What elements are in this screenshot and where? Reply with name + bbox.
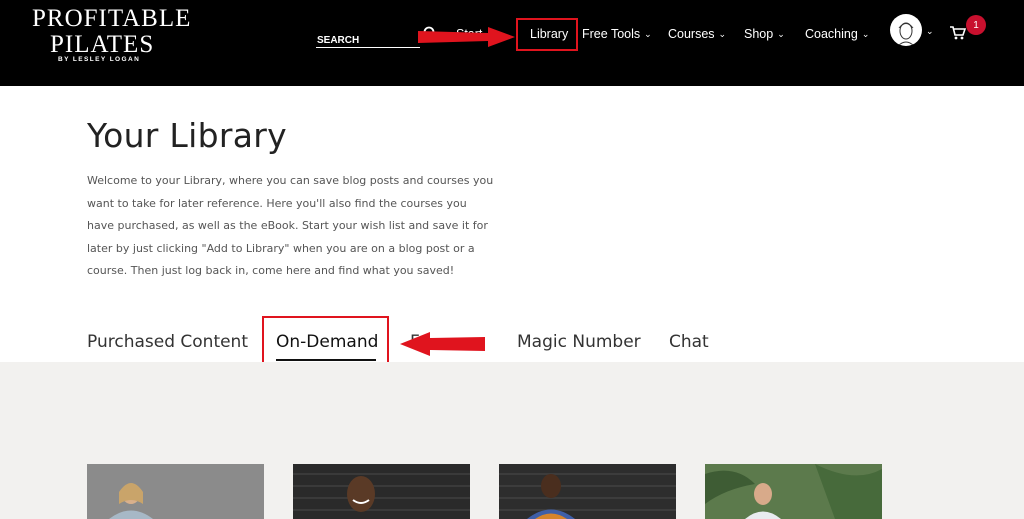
- nav-item-free-tools[interactable]: Free Tools ⌄: [582, 25, 652, 43]
- nav-item-shop[interactable]: Shop ⌄: [744, 25, 785, 43]
- tab-chat[interactable]: Chat: [669, 332, 709, 352]
- avatar-icon: [897, 22, 915, 46]
- intro-text: Welcome to your Library, where you can s…: [87, 174, 494, 277]
- course-card[interactable]: [293, 464, 470, 519]
- chevron-down-icon: ⌄: [644, 28, 652, 39]
- course-thumbnail: [499, 464, 676, 519]
- nav-free-tools-label: Free Tools: [582, 27, 641, 41]
- nav-courses-label: Courses: [668, 27, 715, 41]
- cart-count-badge: 1: [966, 15, 986, 35]
- page-title: Your Library: [87, 116, 287, 155]
- course-card[interactable]: [499, 464, 676, 519]
- logo-line1: PROFITABLE: [32, 5, 192, 32]
- logo-tagline: BY LESLEY LOGAN: [58, 56, 141, 63]
- course-card[interactable]: [87, 464, 264, 519]
- search-field: [316, 30, 420, 49]
- cart-icon[interactable]: [950, 26, 966, 40]
- annotation-box-library: [516, 18, 578, 51]
- course-card[interactable]: [705, 464, 882, 519]
- nav-shop-label: Shop: [744, 27, 774, 41]
- chevron-down-icon[interactable]: ⌄: [926, 26, 934, 37]
- course-thumbnail: [87, 464, 264, 519]
- nav-item-coaching[interactable]: Coaching ⌄: [805, 25, 869, 43]
- nav-item-courses[interactable]: Courses ⌄: [668, 25, 726, 43]
- annotation-arrow-on-demand: [400, 332, 486, 356]
- logo-line2: PILATES: [50, 31, 155, 58]
- tab-purchased-content[interactable]: Purchased Content: [87, 332, 248, 352]
- chevron-down-icon: ⌄: [861, 28, 870, 39]
- search-input[interactable]: [316, 32, 420, 49]
- nav-coaching-label: Coaching: [805, 27, 858, 41]
- chevron-down-icon: ⌄: [718, 28, 727, 39]
- chevron-down-icon: ⌄: [777, 28, 785, 39]
- course-thumbnail: [705, 464, 882, 519]
- user-avatar[interactable]: [890, 14, 922, 46]
- tab-magic-number[interactable]: Magic Number: [517, 332, 641, 352]
- annotation-arrow-library: [418, 27, 515, 47]
- site-logo[interactable]: PROFITABLE PILATES BY LESLEY LOGAN: [32, 6, 190, 68]
- course-thumbnail: [293, 464, 470, 519]
